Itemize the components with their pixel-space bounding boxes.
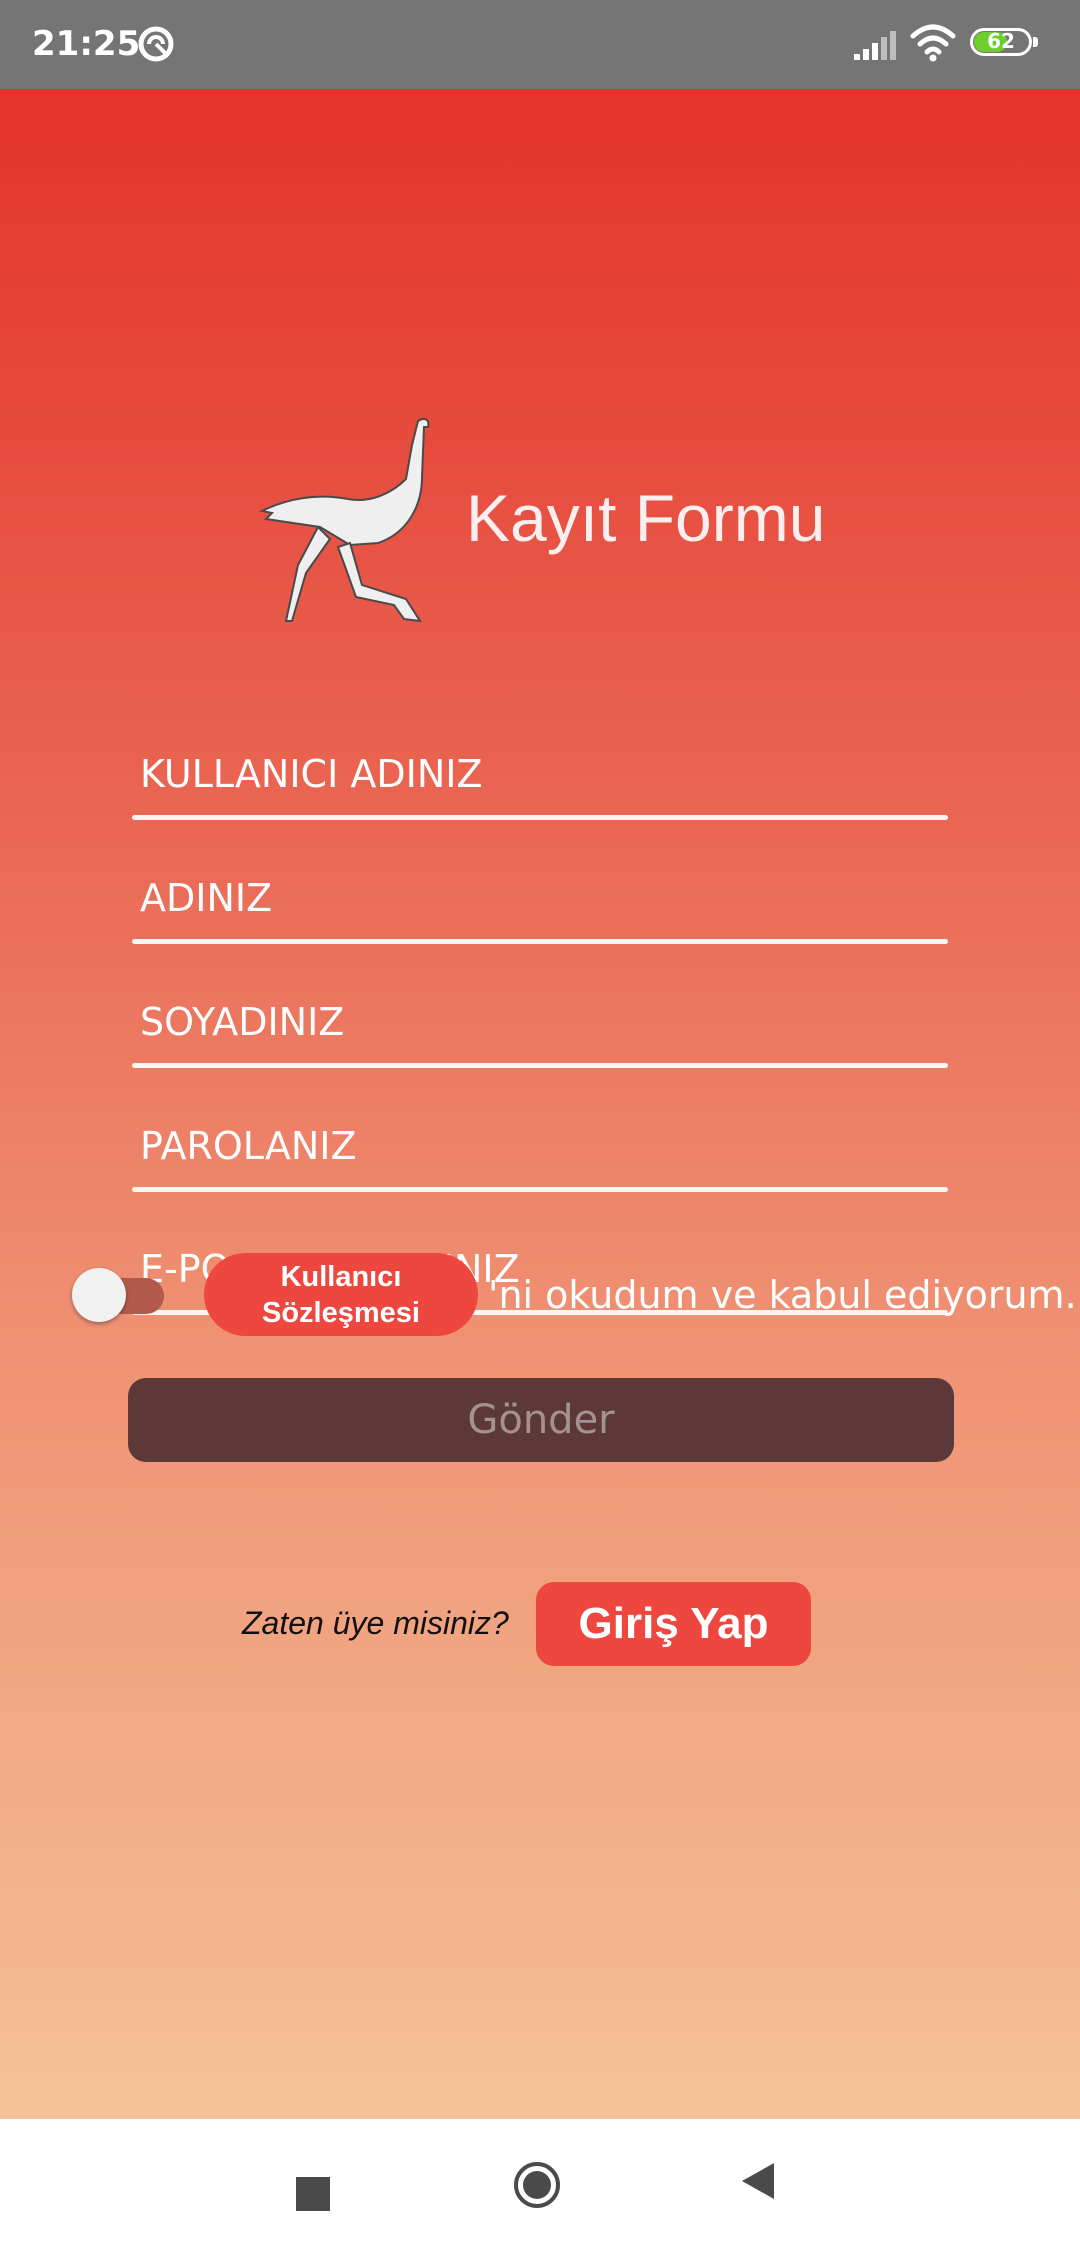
wifi-icon xyxy=(910,24,956,62)
agreement-button-line2: Sözleşmesi xyxy=(262,1296,420,1329)
agreement-button-label: Kullanıcı Sözleşmesi xyxy=(262,1259,420,1331)
home-icon[interactable] xyxy=(513,2161,561,2209)
first-name-field xyxy=(132,836,948,960)
already-member-text: Zaten üye misiniz? xyxy=(242,1605,509,1641)
battery-tip xyxy=(1033,37,1038,47)
battery-level: 62 xyxy=(987,29,1015,53)
username-input[interactable] xyxy=(140,744,930,804)
back-icon[interactable] xyxy=(738,2159,778,2203)
page-title: Kayıt Formu xyxy=(466,481,826,555)
recents-icon[interactable] xyxy=(296,2177,330,2211)
status-bar: 21:25 62 xyxy=(0,0,1080,89)
signal-icon xyxy=(854,31,896,60)
first-name-input[interactable] xyxy=(140,868,930,928)
agreement-toggle[interactable] xyxy=(72,1262,168,1322)
field-underline xyxy=(132,1187,948,1192)
password-field xyxy=(132,1084,948,1208)
battery-icon: 62 xyxy=(970,28,1038,60)
submit-button[interactable]: Gönder xyxy=(128,1378,954,1462)
field-underline xyxy=(132,1063,948,1068)
password-input[interactable] xyxy=(140,1116,930,1176)
username-field xyxy=(132,712,948,836)
agreement-button-line1: Kullanıcı xyxy=(280,1260,402,1293)
login-button[interactable]: Giriş Yap xyxy=(536,1582,811,1666)
no-disturb-icon xyxy=(138,26,174,62)
toggle-thumb xyxy=(72,1268,126,1322)
agreement-text: 'ni okudum ve kabul ediyorum. xyxy=(488,1273,1077,1317)
status-time: 21:25 xyxy=(32,24,141,64)
ostrich-logo-icon xyxy=(258,418,430,623)
user-agreement-button[interactable]: Kullanıcı Sözleşmesi xyxy=(204,1253,478,1336)
field-underline xyxy=(132,939,948,944)
screen: 21:25 62 Kayıt Formu KULLANICI ADINIZ AD… xyxy=(0,0,1080,2248)
last-name-field xyxy=(132,960,948,1084)
last-name-input[interactable] xyxy=(140,992,930,1052)
field-underline xyxy=(132,815,948,820)
